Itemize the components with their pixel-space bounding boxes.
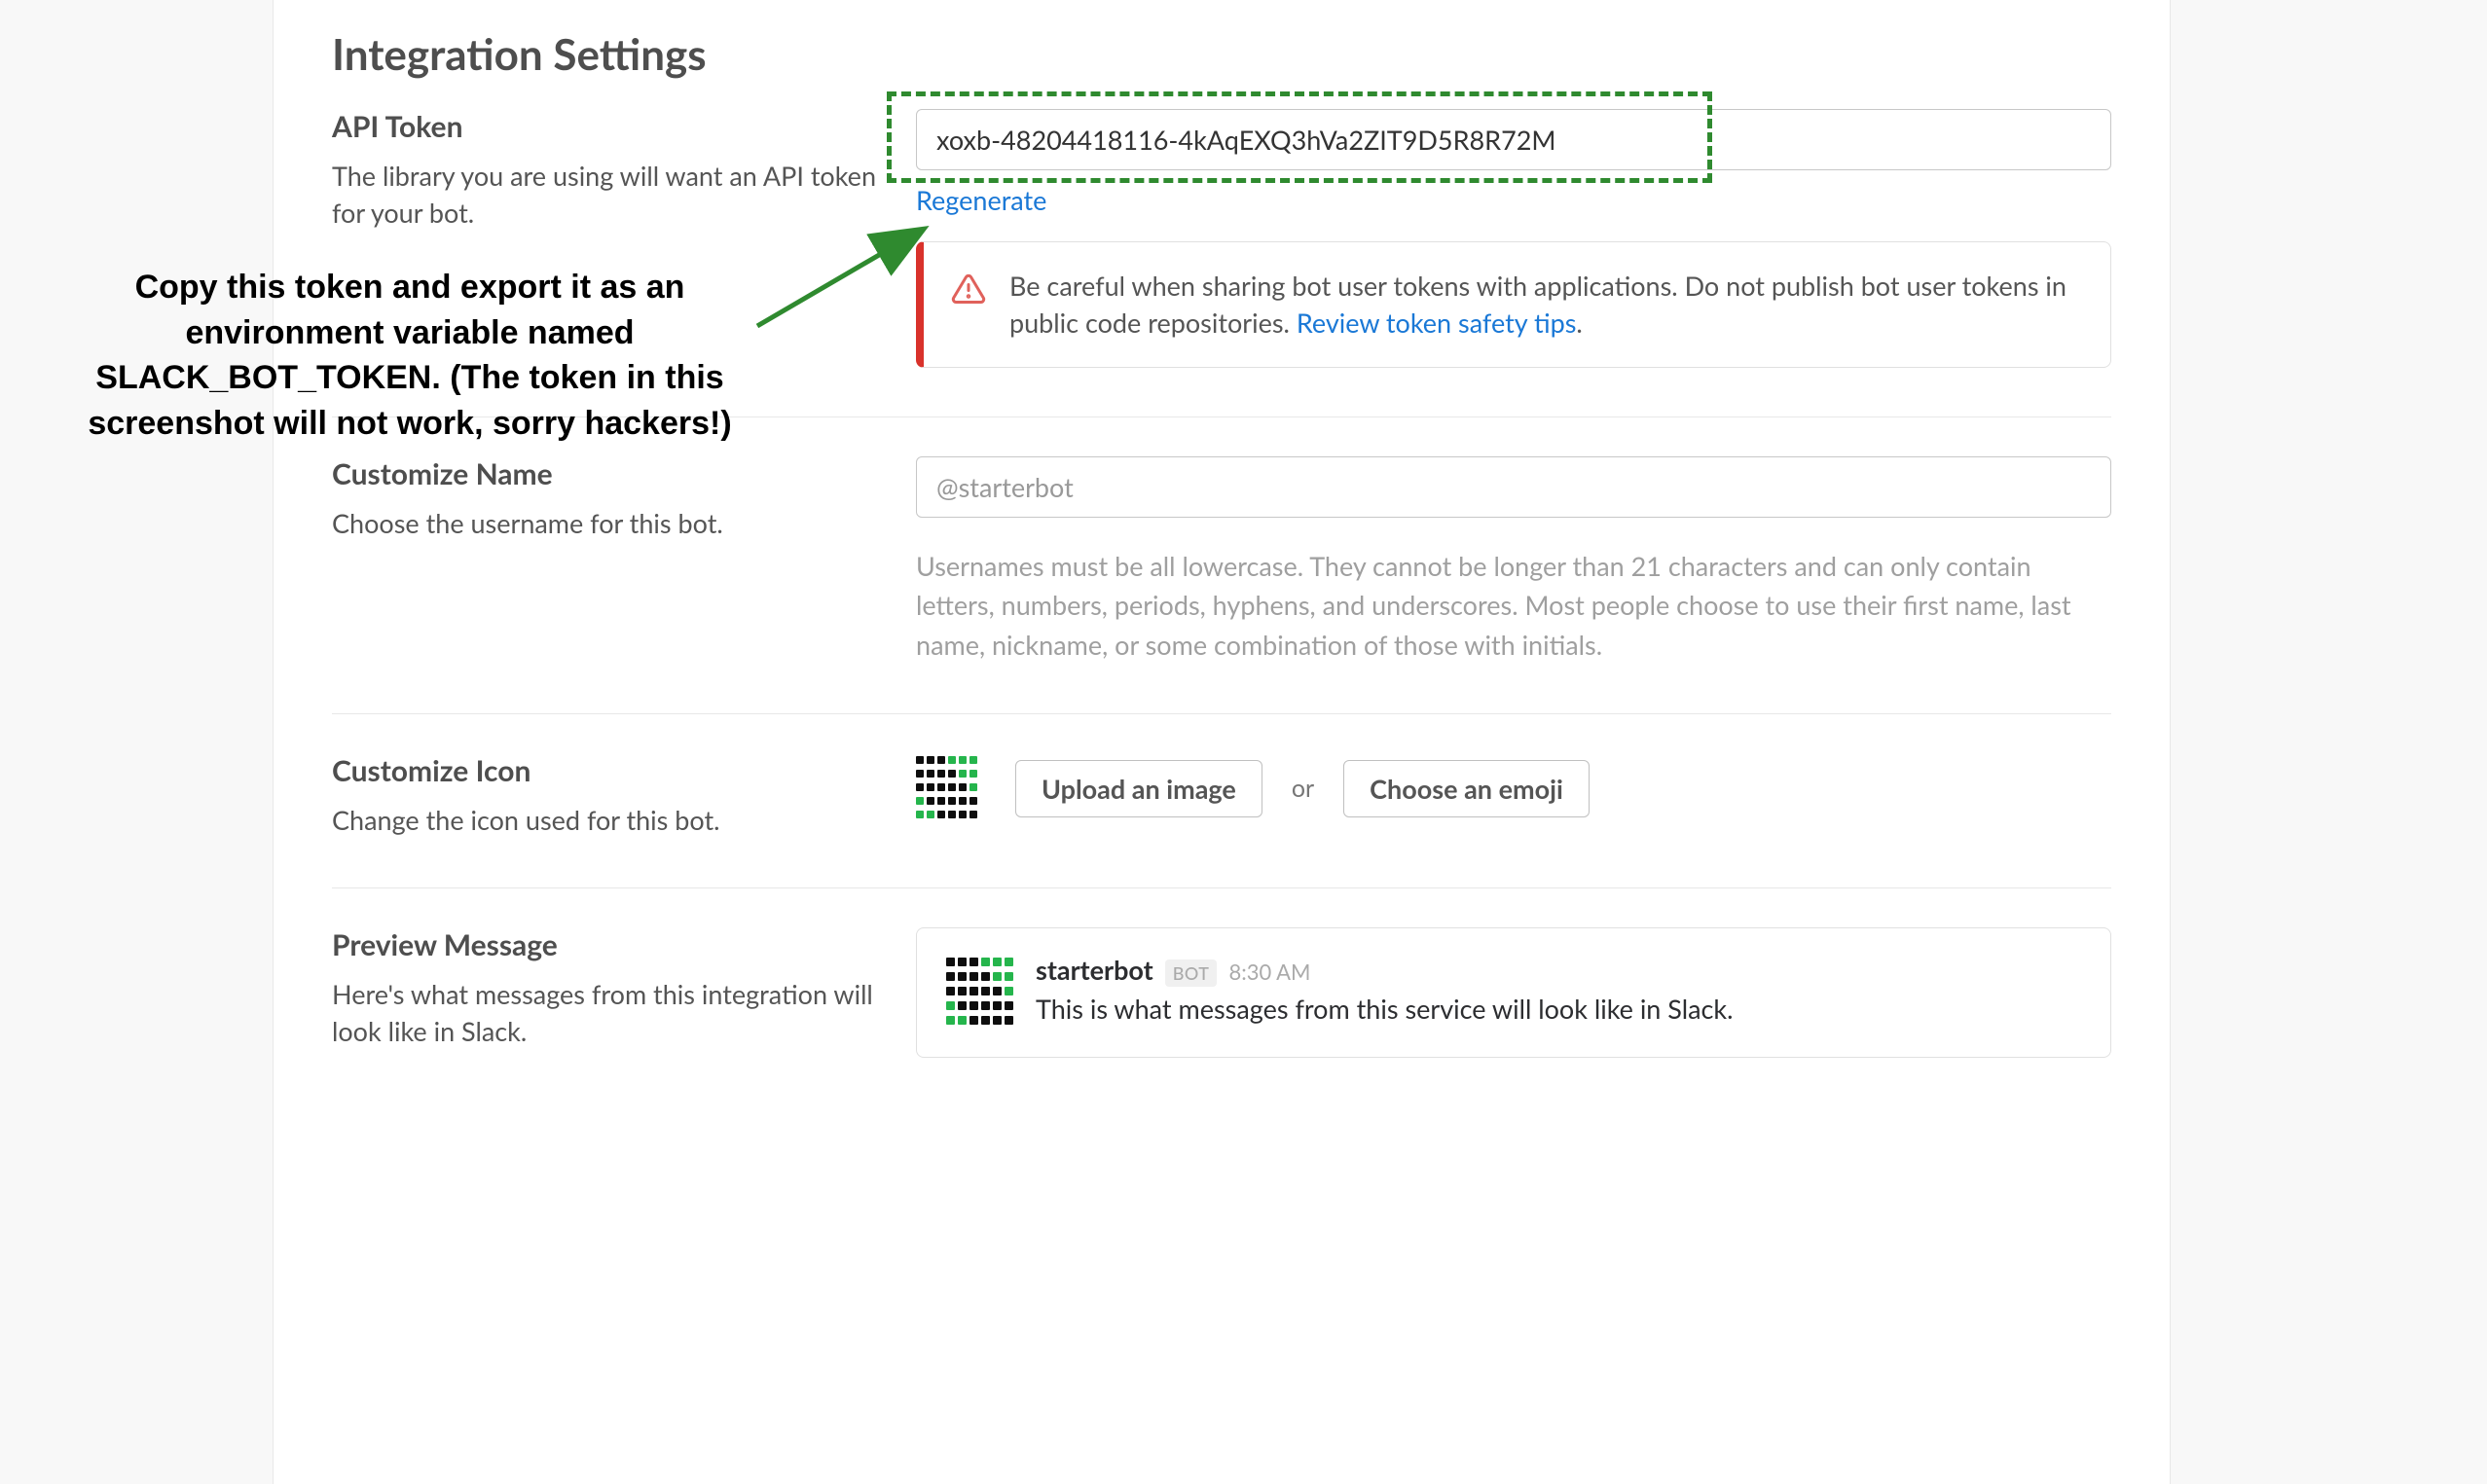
username-helper-text: Usernames must be all lowercase. They ca… bbox=[916, 547, 2111, 666]
api-token-description: The library you are using will want an A… bbox=[332, 158, 877, 232]
preview-message-heading: Preview Message bbox=[332, 927, 877, 962]
api-token-input[interactable] bbox=[916, 109, 2111, 170]
instruction-annotation: Copy this token and export it as an envi… bbox=[55, 265, 765, 446]
customize-icon-description: Change the icon used for this bot. bbox=[332, 802, 877, 839]
choose-emoji-button[interactable]: Choose an emoji bbox=[1343, 760, 1590, 817]
review-token-safety-link[interactable]: Review token safety tips bbox=[1297, 307, 1577, 339]
settings-panel: Integration Settings API Token The libra… bbox=[273, 0, 2171, 1484]
section-customize-name: Customize Name Choose the username for t… bbox=[332, 417, 2111, 715]
message-preview-box: starterbot BOT 8:30 AM This is what mess… bbox=[916, 927, 2111, 1058]
avatar bbox=[946, 954, 1024, 1032]
regenerate-link[interactable]: Regenerate bbox=[916, 184, 1046, 216]
customize-name-heading: Customize Name bbox=[332, 456, 877, 491]
username-input[interactable] bbox=[916, 456, 2111, 518]
upload-image-button[interactable]: Upload an image bbox=[1015, 760, 1262, 817]
warning-icon bbox=[951, 271, 986, 307]
warning-text: Be careful when sharing bot user tokens … bbox=[1009, 268, 2083, 342]
bot-icon-preview bbox=[916, 753, 986, 823]
preview-timestamp: 8:30 AM bbox=[1228, 959, 1310, 985]
preview-message-description: Here's what messages from this integrati… bbox=[332, 976, 877, 1050]
customize-name-description: Choose the username for this bot. bbox=[332, 505, 877, 542]
token-warning-box: Be careful when sharing bot user tokens … bbox=[916, 241, 2111, 368]
customize-icon-heading: Customize Icon bbox=[332, 753, 877, 788]
page-title: Integration Settings bbox=[332, 0, 2111, 99]
section-preview-message: Preview Message Here's what messages fro… bbox=[332, 888, 2111, 1106]
bot-tag: BOT bbox=[1165, 959, 1218, 987]
or-label: or bbox=[1292, 774, 1314, 803]
preview-message-text: This is what messages from this service … bbox=[1036, 993, 1733, 1025]
preview-bot-name: starterbot bbox=[1036, 954, 1153, 986]
section-customize-icon: Customize Icon Change the icon used for … bbox=[332, 714, 2111, 888]
api-token-heading: API Token bbox=[332, 109, 877, 144]
